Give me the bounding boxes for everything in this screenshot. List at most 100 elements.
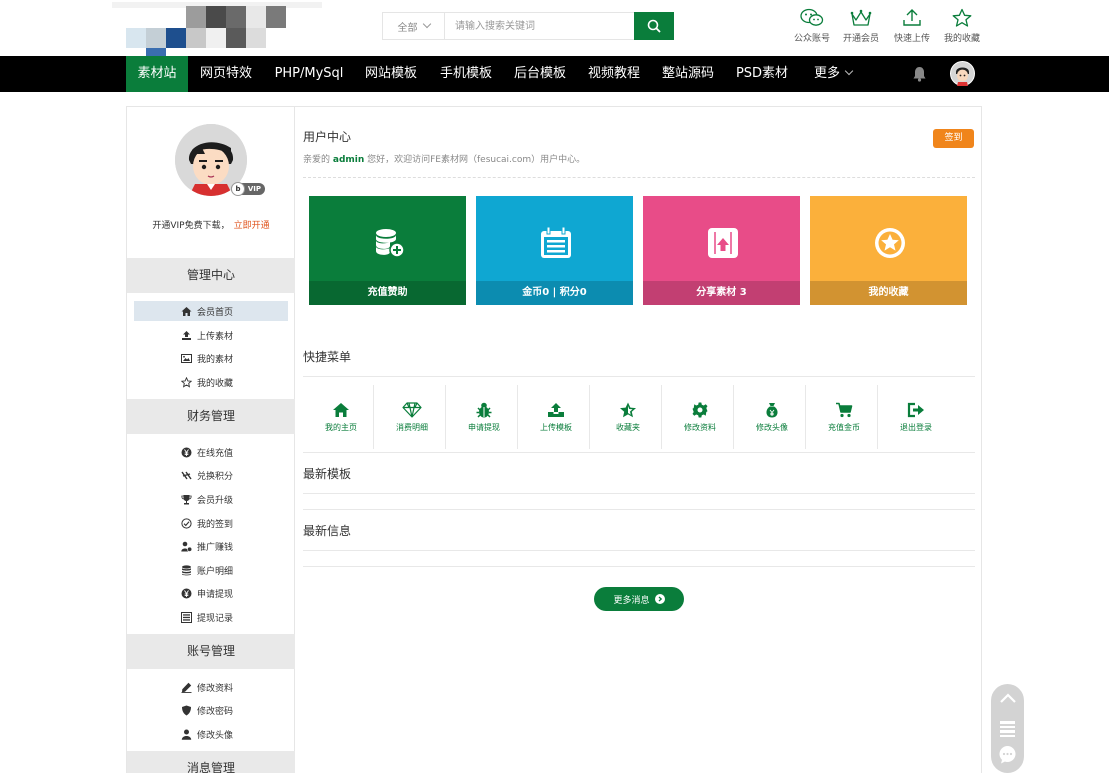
quick-menu-item-consumption[interactable]: 消费明细 <box>376 385 448 441</box>
search-button[interactable] <box>634 12 674 40</box>
tile-coins-points[interactable]: 金币0 | 积分0 <box>476 196 633 305</box>
sidebar-item-account-details[interactable]: 账户明细 <box>134 560 288 580</box>
nav-item-site-source[interactable]: 整站源码 <box>658 56 718 92</box>
quick-menu-item-homepage[interactable]: 我的主页 <box>305 385 377 441</box>
nav-item-more[interactable]: 更多 <box>806 56 860 92</box>
tile-my-favorites[interactable]: 我的收藏 <box>810 196 967 305</box>
database-icon <box>182 564 191 575</box>
quick-menu-label: 消费明细 <box>396 423 428 432</box>
chevron-up-icon <box>999 693 1016 703</box>
chat-button[interactable] <box>998 745 1017 764</box>
nav-item-site-templates[interactable]: 网站模板 <box>360 56 422 92</box>
username: admin <box>332 155 365 165</box>
sidebar-item-member-upgrade[interactable]: 会员升级 <box>134 489 288 509</box>
sidebar-item-label: 提现记录 <box>197 613 234 624</box>
sidebar-item-exchange-points[interactable]: 兑换积分 <box>134 465 288 485</box>
quick-link-vip[interactable]: 开通会员 <box>835 8 887 44</box>
welcome-suffix: 您好，欢迎访问FE素材网（fesucai.com）用户中心。 <box>364 155 586 165</box>
nav-item-mobile-templates[interactable]: 手机模板 <box>436 56 496 92</box>
sidebar-item-change-avatar[interactable]: 修改头像 <box>134 724 288 744</box>
quick-menu-label: 修改资料 <box>684 423 716 432</box>
divider <box>303 493 975 494</box>
list-icon <box>181 611 192 623</box>
star-half-icon <box>620 402 636 418</box>
tile-label: 金币0 | 积分0 <box>476 281 633 305</box>
tile-recharge[interactable]: 充值赞助 <box>309 196 466 305</box>
sidebar-section-manage[interactable]: 管理中心 <box>127 258 295 293</box>
signin-button[interactable]: 签到 <box>933 129 974 148</box>
chevron-right-icon <box>654 594 665 604</box>
sidebar-item-label: 我的素材 <box>197 354 234 365</box>
divider <box>303 509 975 510</box>
top-header: 全部 公众账号 开通会员 快速上传 我的收藏 <box>0 0 1109 58</box>
upload-icon <box>903 9 921 26</box>
nav-item-psd[interactable]: PSD素材 <box>732 56 792 92</box>
sidebar-item-my-favorites[interactable]: 我的收藏 <box>134 372 288 392</box>
sidebar-item-label: 上传素材 <box>197 331 234 342</box>
share-upload-icon <box>708 228 738 258</box>
quick-link-favorites[interactable]: 我的收藏 <box>936 8 988 44</box>
sidebar-item-my-material[interactable]: 我的素材 <box>134 348 288 368</box>
nav-item-admin-templates[interactable]: 后台模板 <box>510 56 570 92</box>
nav-item-sucaizhan[interactable]: 素材站 <box>126 56 188 92</box>
quick-menu-item-edit-avatar[interactable]: 修改头像 <box>736 385 808 441</box>
avatar-icon <box>950 61 975 86</box>
sidebar-item-withdraw-records[interactable]: 提现记录 <box>134 607 288 627</box>
yen-icon <box>181 588 192 598</box>
notification-button[interactable] <box>912 66 927 85</box>
nav-item-video-tutorials[interactable]: 视频教程 <box>584 56 644 92</box>
chat-icon <box>999 746 1016 764</box>
quick-menu-item-edit-profile[interactable]: 修改资料 <box>664 385 736 441</box>
quick-menu-label: 申请提现 <box>468 423 500 432</box>
more-messages-label: 更多消息 <box>613 595 650 606</box>
sidebar-section-finance[interactable]: 财务管理 <box>127 399 295 434</box>
search-input[interactable] <box>445 13 634 39</box>
quick-menu-item-withdraw[interactable]: 申请提现 <box>448 385 520 441</box>
sidebar-item-change-password[interactable]: 修改密码 <box>134 700 288 720</box>
sidebar-item-member-home[interactable]: 会员首页 <box>134 301 288 321</box>
sidebar-item-withdraw[interactable]: 申请提现 <box>134 583 288 603</box>
star-outline-icon <box>181 376 192 388</box>
welcome-prefix: 亲爱的 <box>303 155 333 165</box>
sidebar-item-edit-profile[interactable]: 修改资料 <box>134 677 288 697</box>
sidebar-item-upload-material[interactable]: 上传素材 <box>134 325 288 345</box>
back-to-top-button[interactable] <box>991 684 1024 712</box>
quick-menu-label: 收藏夹 <box>616 423 640 432</box>
tile-label: 充值赞助 <box>309 281 466 305</box>
divider <box>517 385 518 449</box>
qr-code-button[interactable] <box>999 720 1016 738</box>
chevron-down-icon <box>422 19 431 29</box>
sidebar-item-promote-earn[interactable]: 推广赚钱 <box>134 536 288 556</box>
main-nav: 素材站 网页特效 PHP/MySql 网站模板 手机模板 后台模板 视频教程 整… <box>0 56 1109 92</box>
vip-open-link[interactable]: 立即开通 <box>234 221 270 231</box>
logout-icon <box>907 402 924 418</box>
more-messages-button[interactable]: 更多消息 <box>594 587 684 611</box>
quick-menu-item-favorites-folder[interactable]: 收藏夹 <box>592 385 664 441</box>
divider <box>805 385 806 449</box>
tile-share-material[interactable]: 分享素材 3 <box>643 196 800 305</box>
trophy-icon <box>181 494 192 504</box>
search-bar: 全部 <box>382 12 674 40</box>
sidebar-section-account[interactable]: 账号管理 <box>127 634 295 669</box>
nav-item-web-effects[interactable]: 网页特效 <box>194 56 258 92</box>
calendar-icon <box>541 226 571 258</box>
user-center-panel: b VIP 开通VIP免费下载， 立即开通 管理中心 会员首页 上传素材 我的素材 … <box>126 106 982 773</box>
sidebar-item-my-signin[interactable]: 我的签到 <box>134 513 288 533</box>
sidebar-item-online-recharge[interactable]: 在线充值 <box>134 442 288 462</box>
quick-menu-item-recharge-coins[interactable]: 充值金币 <box>808 385 880 441</box>
quick-menu-item-upload-template[interactable]: 上传模板 <box>520 385 592 441</box>
bug-icon <box>476 402 492 418</box>
sidebar-item-label: 会员升级 <box>197 495 234 506</box>
quick-menu-item-logout[interactable]: 退出登录 <box>880 385 952 441</box>
sidebar-section-messages[interactable]: 消息管理 <box>127 751 295 773</box>
check-circle-icon <box>181 517 192 529</box>
user-avatar-nav[interactable] <box>950 61 975 89</box>
quick-link-wechat[interactable]: 公众账号 <box>786 8 838 44</box>
search-scope-select[interactable]: 全部 <box>383 13 445 39</box>
nav-item-php-mysql[interactable]: PHP/MySql <box>270 56 348 92</box>
quick-menu-label: 上传模板 <box>540 423 572 432</box>
edit-icon <box>181 682 192 693</box>
divider <box>373 385 374 449</box>
site-logo[interactable] <box>112 2 322 58</box>
quick-link-upload[interactable]: 快速上传 <box>886 8 938 44</box>
